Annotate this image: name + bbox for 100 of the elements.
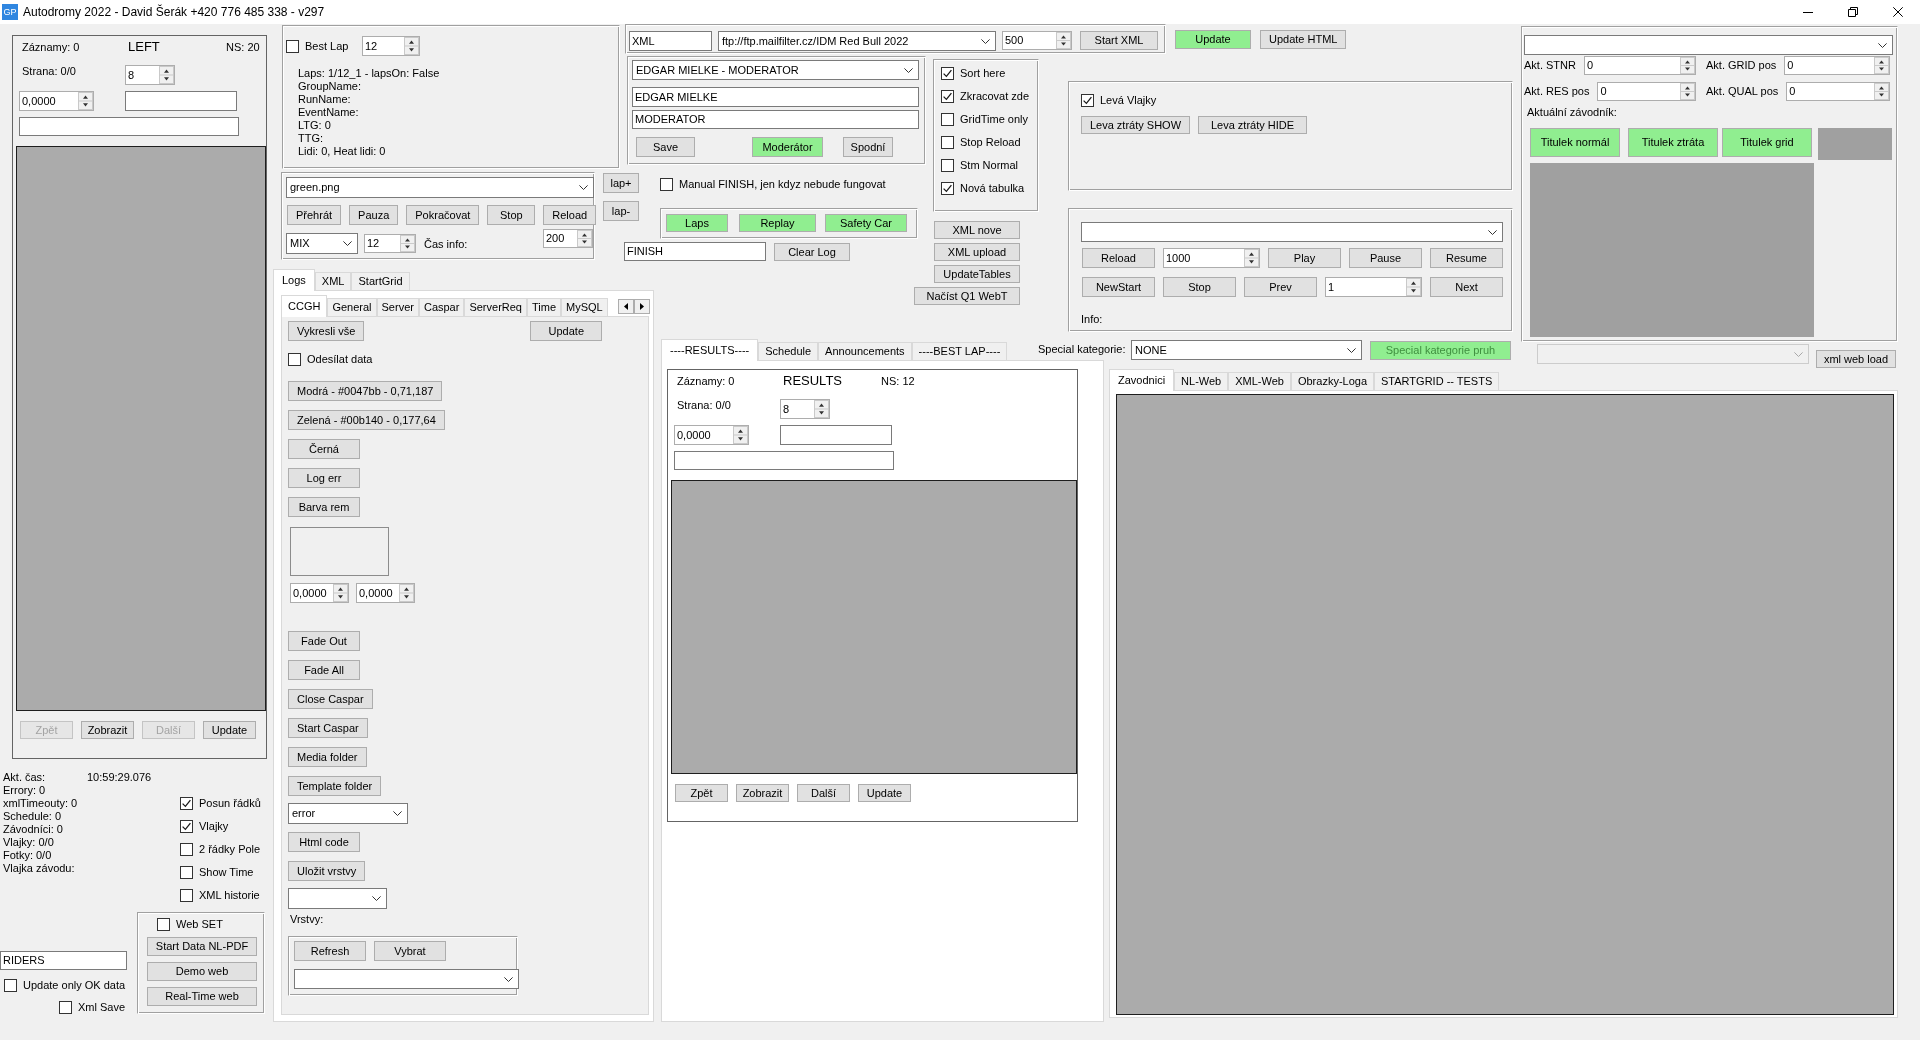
text-field[interactable]: FINISH <box>624 242 766 261</box>
checkbox-label[interactable]: Stop Reload <box>960 136 1021 149</box>
spin-arrows-icon[interactable] <box>1874 83 1889 100</box>
button[interactable]: lap- <box>603 201 639 221</box>
text-field[interactable] <box>19 117 239 136</box>
spin-arrows-icon[interactable] <box>333 584 348 602</box>
checkbox[interactable] <box>180 889 193 902</box>
number-field[interactable]: 8 <box>780 399 830 419</box>
checkbox[interactable] <box>660 178 673 191</box>
number-field[interactable]: 0 <box>1786 82 1890 101</box>
chevron-down-icon[interactable] <box>1878 42 1887 48</box>
checkbox[interactable] <box>941 182 954 195</box>
dropdown[interactable] <box>1524 35 1893 55</box>
tab[interactable]: MySQL <box>561 298 608 316</box>
spin-arrows-icon[interactable] <box>1244 249 1259 267</box>
text-field[interactable]: EDGAR MIELKE <box>632 87 919 107</box>
text-field[interactable]: XML <box>629 31 712 51</box>
tab[interactable]: CCGH <box>281 295 328 317</box>
number-field[interactable]: 200 <box>543 229 593 248</box>
checkbox-label[interactable]: Zkracovat zde <box>960 90 1030 103</box>
checkbox[interactable] <box>941 136 954 149</box>
button[interactable]: Titulek ztráta <box>1628 128 1718 157</box>
button[interactable]: Start Data NL-PDF <box>147 937 257 956</box>
button[interactable]: Barva rem <box>288 497 360 517</box>
checkbox[interactable] <box>941 90 954 103</box>
checkbox-label[interactable]: Sort here <box>960 67 1006 80</box>
button[interactable]: XML nove <box>934 221 1020 239</box>
button[interactable]: Pokračovat <box>406 205 480 225</box>
checkbox-label[interactable]: Manual FINISH, jen kdyz nebude fungovat <box>679 178 886 191</box>
button[interactable]: Stop <box>487 205 536 225</box>
tab[interactable]: STARTGRID -- TESTS <box>1374 372 1500 390</box>
button[interactable]: Resume <box>1430 248 1503 268</box>
button[interactable]: Update <box>530 321 603 341</box>
tab[interactable]: StartGrid <box>351 272 410 290</box>
number-field[interactable]: 0,0000 <box>674 425 749 445</box>
button[interactable]: Update <box>203 721 256 739</box>
checkbox-label[interactable]: Vlajky <box>199 820 229 833</box>
checkbox-label[interactable]: Xml Save <box>78 1001 126 1014</box>
button[interactable]: Fade Out <box>288 631 360 651</box>
checkbox-label[interactable]: Odesílat data <box>307 353 373 366</box>
button[interactable]: Stop <box>1163 277 1236 297</box>
dropdown[interactable]: ftp://ftp.mailfilter.cz/IDM Red Bull 2022 <box>718 31 996 51</box>
button[interactable]: Moderátor <box>752 137 823 157</box>
dropdown[interactable] <box>288 888 387 909</box>
button[interactable]: Vykresli vše <box>288 321 365 341</box>
checkbox-label[interactable]: Show Time <box>199 866 254 879</box>
number-field[interactable]: 1000 <box>1163 248 1260 268</box>
checkbox[interactable] <box>157 918 170 931</box>
checkbox-label[interactable]: Stm Normal <box>960 159 1019 172</box>
tab[interactable]: ServerReq <box>464 298 527 316</box>
right-arrow-icon[interactable] <box>640 303 644 310</box>
button[interactable]: Save <box>636 137 695 157</box>
button[interactable]: Media folder <box>288 747 367 767</box>
checkbox[interactable] <box>1081 94 1094 107</box>
chevron-down-icon[interactable] <box>1488 229 1497 235</box>
button[interactable]: Reload <box>543 205 597 225</box>
checkbox-label[interactable]: GridTime only <box>960 113 1029 126</box>
chevron-down-icon[interactable] <box>981 38 990 44</box>
button[interactable]: Demo web <box>147 962 257 981</box>
checkbox-label[interactable]: Levá Vlajky <box>1100 94 1157 107</box>
chevron-down-icon[interactable] <box>1347 347 1356 353</box>
number-field[interactable]: 0 <box>1597 82 1696 101</box>
button[interactable]: Start XML <box>1080 31 1158 50</box>
button[interactable]: Update <box>858 784 911 802</box>
checkbox[interactable] <box>941 113 954 126</box>
spin-arrows-icon[interactable] <box>78 92 93 110</box>
chevron-down-icon[interactable] <box>504 976 513 982</box>
tab[interactable]: ----BEST LAP---- <box>911 342 1008 360</box>
spin-arrows-icon[interactable] <box>1680 83 1695 100</box>
text-field[interactable] <box>125 91 237 111</box>
button[interactable]: Spodní <box>843 137 893 157</box>
checkbox[interactable] <box>180 866 193 879</box>
button[interactable]: Play <box>1268 248 1341 268</box>
dropdown[interactable]: EDGAR MIELKE - MODERATOR <box>632 60 919 80</box>
dropdown[interactable]: error <box>288 803 408 824</box>
chevron-down-icon[interactable] <box>904 67 913 73</box>
number-field[interactable]: 0 <box>1784 56 1890 75</box>
dropdown[interactable] <box>294 969 519 989</box>
tab[interactable]: XML-Web <box>1228 372 1291 390</box>
button[interactable]: Fade All <box>288 660 360 680</box>
minimize-icon[interactable] <box>1802 11 1813 13</box>
button[interactable]: Pause <box>1349 248 1422 268</box>
checkbox-label[interactable]: Nová tabulka <box>960 182 1025 195</box>
checkbox-label[interactable]: Best Lap <box>305 39 349 53</box>
checkbox[interactable] <box>180 843 193 856</box>
spin-arrows-icon[interactable] <box>1406 278 1421 296</box>
checkbox-label[interactable]: 2 řádky Pole <box>199 843 261 856</box>
button[interactable]: Titulek grid <box>1722 128 1812 157</box>
text-field[interactable]: MODERATOR <box>632 110 919 129</box>
tab[interactable]: NL-Web <box>1174 372 1229 390</box>
number-field[interactable]: 8 <box>125 65 175 85</box>
button[interactable]: Laps <box>666 214 728 232</box>
button[interactable]: Černá <box>288 439 360 459</box>
tab[interactable]: Caspar <box>418 298 465 316</box>
number-field[interactable]: 0,0000 <box>356 583 415 603</box>
button[interactable]: Uložit vrstvy <box>288 861 366 881</box>
checkbox[interactable] <box>941 159 954 172</box>
checkbox-label[interactable]: Posun řádků <box>199 797 261 810</box>
tab[interactable]: XML <box>314 272 352 290</box>
spin-arrows-icon[interactable] <box>399 584 414 602</box>
